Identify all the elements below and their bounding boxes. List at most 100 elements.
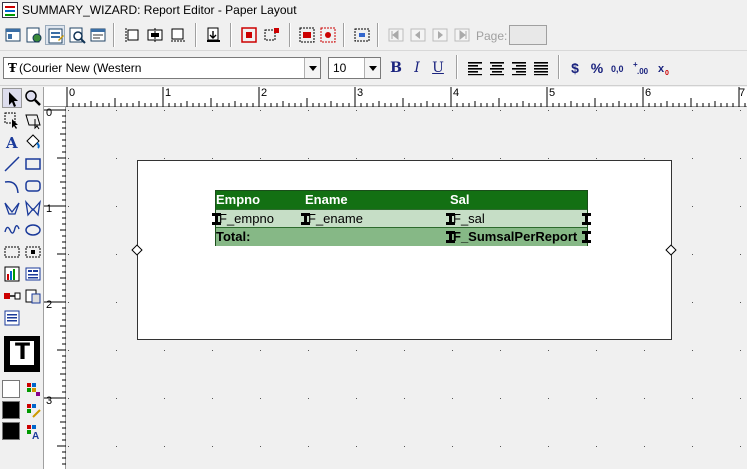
svg-text:0,0: 0,0 [611,64,624,74]
toolbar-separator [195,23,197,47]
first-page-icon[interactable] [386,25,406,45]
field-handle-icon[interactable] [582,231,591,243]
font-name-combo[interactable]: Ŧ (Courier New (Western [3,57,321,79]
line-palette-icon[interactable] [23,400,43,420]
header-empno[interactable]: Empno [216,192,260,207]
select-parent-frame-icon[interactable] [297,25,317,45]
toolbar-separator [343,23,345,47]
field-handle-icon[interactable] [582,213,591,225]
paper-design-icon[interactable] [67,25,87,45]
grid-dot [740,110,741,111]
fill-color-swatch[interactable] [2,380,20,398]
grid-dot [596,446,597,447]
group-frame-icon[interactable] [352,25,372,45]
next-page-icon[interactable] [430,25,450,45]
previous-page-icon[interactable] [408,25,428,45]
align-center-objects-icon[interactable] [145,25,165,45]
arc-tool-icon[interactable] [2,176,22,196]
svg-text:.00: .00 [637,67,649,76]
last-page-icon[interactable] [452,25,472,45]
remove-decimal-icon[interactable]: x0 [655,58,675,78]
grid-dot [68,302,69,303]
select-tool-icon[interactable] [2,88,22,108]
ole-object-tool-icon[interactable] [23,286,43,306]
magnify-tool-icon[interactable] [23,88,43,108]
align-right-text-icon[interactable] [509,58,529,78]
grid-dot [452,398,453,399]
italic-button[interactable]: I [407,58,427,78]
link-file-tool-icon[interactable] [2,286,22,306]
ellipse-tool-icon[interactable] [23,220,43,240]
bring-to-front-icon[interactable] [204,25,224,45]
frame-tool-icon[interactable] [2,242,22,262]
grid-dot [212,158,213,159]
fill-palette-icon[interactable] [23,379,43,399]
align-left-objects-icon[interactable] [122,25,142,45]
percent-button[interactable]: % [587,58,607,78]
text-color-swatch[interactable] [2,422,20,440]
commas-icon[interactable]: 0,0 [609,58,629,78]
grid-dot [68,398,69,399]
fill-color-tool-icon[interactable] [23,132,43,152]
grid-dot [548,446,549,447]
font-size-combo[interactable]: 10 [328,57,381,79]
polyline-tool-icon[interactable] [23,198,43,218]
grid-dot [644,398,645,399]
grid-dot [260,158,261,159]
total-label[interactable]: Total: [216,229,250,244]
align-bottom-objects-icon[interactable] [168,25,188,45]
text-tool-icon[interactable]: A [2,132,22,152]
report-block-tool-icon[interactable] [23,264,43,284]
web-source-icon[interactable] [24,25,44,45]
line-tool-icon[interactable] [2,154,22,174]
grid-dot [644,110,645,111]
flex-mode-icon[interactable] [262,25,282,45]
grid-dot [164,350,165,351]
grid-dot [644,158,645,159]
align-left-text-icon[interactable] [465,58,485,78]
field-tool-icon[interactable] [23,242,43,262]
data-model-icon[interactable] [3,25,23,45]
rounded-rectangle-tool-icon[interactable] [23,176,43,196]
paper-layout-icon[interactable] [45,25,65,45]
query-builder-tool-icon[interactable] [2,308,22,328]
header-sal[interactable]: Sal [450,192,470,207]
confine-mode-icon[interactable] [239,25,259,45]
grid-dot [500,110,501,111]
field-sal[interactable]: F_sal [453,211,485,226]
grid-dot [548,158,549,159]
line-color-swatch[interactable] [2,401,20,419]
field-sumsal-per-report[interactable]: F_SumsalPerReport [453,229,577,244]
ruler-label: 2 [261,87,268,99]
chevron-down-icon[interactable] [364,58,380,78]
header-ename[interactable]: Ename [305,192,348,207]
grid-dot [452,350,453,351]
field-ename[interactable]: F_ename [308,211,363,226]
grid-dot [212,446,213,447]
reshape-tool-icon[interactable] [23,110,43,130]
polygon-tool-icon[interactable] [2,198,22,218]
text-style-icon[interactable] [4,336,40,372]
grid-dot [740,446,741,447]
justify-text-icon[interactable] [531,58,551,78]
parameter-form-icon[interactable] [88,25,108,45]
freehand-tool-icon[interactable] [2,220,22,240]
currency-button[interactable]: $ [565,58,585,78]
rectangle-tool-icon[interactable] [23,154,43,174]
frame-select-tool-icon[interactable] [2,110,22,130]
grid-dot [500,446,501,447]
toolbar-separator [456,55,458,79]
underline-button[interactable]: U [428,58,448,78]
align-center-text-icon[interactable] [487,58,507,78]
field-empno[interactable]: F_empno [219,211,274,226]
chart-tool-icon[interactable] [2,264,22,284]
add-decimal-icon[interactable]: + .00 [632,58,652,78]
fill-frame-icon[interactable] [318,25,338,45]
report-frame[interactable] [137,160,672,340]
page-number-input[interactable] [509,25,547,45]
ruler-label: 1 [165,87,172,99]
report-table[interactable]: Empno Ename Sal F_empno F_ename F_sal To… [212,190,591,246]
text-palette-icon[interactable]: A [23,421,43,441]
chevron-down-icon[interactable] [304,58,320,78]
bold-button[interactable]: B [386,58,406,78]
